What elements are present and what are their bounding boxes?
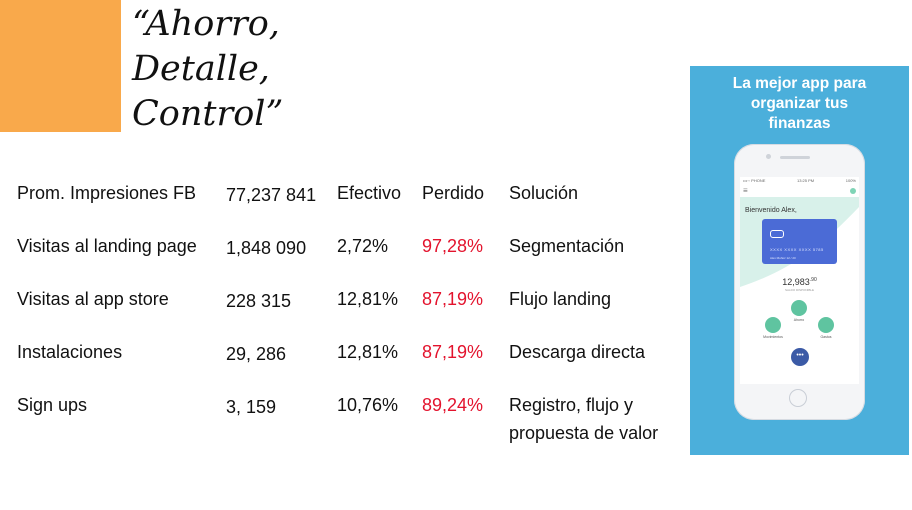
notification-icon bbox=[850, 188, 856, 194]
menu-icon: ≡ bbox=[743, 186, 748, 195]
orange-accent-block bbox=[0, 0, 121, 132]
table-row-1-effective: 2,72% bbox=[337, 236, 389, 256]
credit-card: XXXX XXXX XXXX 5785 Alex Muñoz 12 / 20 bbox=[762, 219, 837, 264]
table-row-2-lost: 87,19% bbox=[422, 289, 484, 309]
card-chip-icon bbox=[770, 230, 784, 238]
home-button bbox=[789, 389, 807, 407]
app-advertisement: La mejor app para organizar tus finanzas… bbox=[690, 66, 909, 455]
card-number: XXXX XXXX XXXX 5785 bbox=[770, 247, 824, 252]
table-row-3-lost: 87,19% bbox=[422, 342, 484, 362]
table-header-effective: Efectivo bbox=[337, 183, 402, 203]
table-row-4-effective: 10,76% bbox=[337, 395, 399, 415]
movements-label: Movimientos bbox=[763, 335, 783, 339]
table-row-4-value: 3, 159 bbox=[226, 397, 277, 417]
camera-icon bbox=[766, 154, 771, 159]
table-row-4-solution-line-1: Registro, flujo y bbox=[509, 395, 634, 415]
speaker-grille bbox=[780, 156, 810, 159]
table-header-solution: Solución bbox=[509, 183, 579, 203]
expenses-label: Gastos bbox=[820, 335, 832, 339]
expenses-button-icon bbox=[818, 317, 834, 333]
title-line-2: Detalle, bbox=[132, 49, 270, 89]
app-top-nav: ≡ bbox=[743, 186, 856, 196]
table-header-metric: Prom. Impresiones FB bbox=[17, 183, 197, 203]
table-row-3-value: 29, 286 bbox=[226, 344, 287, 364]
savings-label: Ahorro bbox=[793, 318, 805, 322]
movements-button-icon bbox=[765, 317, 781, 333]
phone-screen: •••◦◦ PHONE 13:25 PM 100% ≡ Bienvenido A… bbox=[740, 177, 859, 384]
status-time: 13:25 PM bbox=[797, 178, 815, 183]
table-row-4-lost: 89,24% bbox=[422, 395, 484, 415]
table-row-1-metric: Visitas al landing page bbox=[17, 236, 197, 256]
savings-button-icon bbox=[791, 300, 807, 316]
table-row-2-solution: Flujo landing bbox=[509, 289, 612, 309]
ad-headline-line-1: La mejor app para bbox=[732, 75, 867, 92]
status-battery: 100% bbox=[845, 178, 856, 183]
title-line-1: “Ahorro, bbox=[132, 4, 280, 44]
welcome-text: Bienvenido Alex, bbox=[745, 207, 797, 214]
table-row-2-effective: 12,81% bbox=[337, 289, 399, 309]
table-row-2-value: 228 315 bbox=[226, 291, 292, 311]
status-carrier: •••◦◦ PHONE bbox=[743, 178, 766, 183]
table-row-3-metric: Instalaciones bbox=[17, 342, 123, 362]
ad-headline: La mejor app para organizar tus finanzas bbox=[690, 74, 909, 134]
table-row-1-value: 1,848 090 bbox=[226, 238, 307, 258]
table-row-4-metric: Sign ups bbox=[17, 395, 88, 415]
table-row-1-lost: 97,28% bbox=[422, 236, 484, 256]
table-header-lost: Perdido bbox=[422, 183, 485, 203]
ad-headline-line-3: finanzas bbox=[768, 115, 831, 132]
balance-cents: .90 bbox=[809, 277, 817, 283]
table-row-1-solution: Segmentación bbox=[509, 236, 625, 256]
card-holder: Alex Muñoz 12 / 20 bbox=[770, 256, 796, 260]
slide-title: “Ahorro, Detalle, Control” bbox=[132, 2, 283, 137]
phone-status-bar: •••◦◦ PHONE 13:25 PM 100% bbox=[743, 178, 856, 183]
table-header-value: 77,237 841 bbox=[226, 185, 317, 205]
more-options-button: ••• bbox=[791, 348, 809, 366]
title-line-3: Control” bbox=[132, 94, 284, 134]
ad-headline-line-2: organizar tus bbox=[750, 95, 849, 112]
table-row-3-effective: 12,81% bbox=[337, 342, 399, 362]
balance-amount: 12,983.90 bbox=[740, 277, 859, 287]
balance-label: SALDO DISPONIBLE bbox=[784, 288, 814, 292]
table-row-2-metric: Visitas al app store bbox=[17, 289, 169, 309]
table-row-3-solution: Descarga directa bbox=[509, 342, 646, 362]
phone-mockup: •••◦◦ PHONE 13:25 PM 100% ≡ Bienvenido A… bbox=[734, 144, 865, 420]
table-row-4-solution-line-2: propuesta de valor bbox=[509, 423, 659, 443]
balance-value: 12,983 bbox=[782, 277, 810, 287]
